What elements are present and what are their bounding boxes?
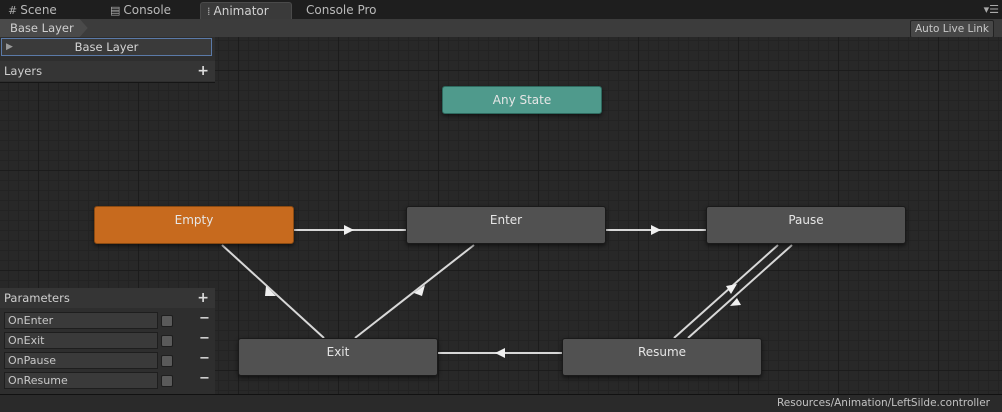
grid-icon: # bbox=[8, 4, 18, 17]
trigger-checkbox[interactable] bbox=[161, 315, 173, 327]
state-label: Empty bbox=[174, 213, 214, 227]
breadcrumb[interactable]: Base Layer bbox=[0, 19, 88, 37]
editor-tab-bar: # Scene ▤ Console ⁞ Animator Console Pro… bbox=[0, 0, 1002, 20]
parameters-title: Parameters bbox=[4, 291, 70, 305]
state-resume[interactable]: Resume bbox=[562, 338, 762, 376]
parameter-row: OnResume − bbox=[4, 371, 214, 389]
animator-icon: ⁞ bbox=[207, 5, 211, 18]
transition-arrow bbox=[495, 348, 505, 358]
console-icon: ▤ bbox=[110, 4, 121, 17]
layers-title: Layers bbox=[4, 64, 43, 78]
tab-animator[interactable]: ⁞ Animator bbox=[200, 2, 292, 20]
trigger-checkbox[interactable] bbox=[161, 335, 173, 347]
tab-label: Animator bbox=[213, 4, 269, 18]
add-parameter-button[interactable]: + bbox=[197, 288, 209, 308]
state-any-state[interactable]: Any State bbox=[442, 86, 602, 114]
state-label: Resume bbox=[637, 345, 687, 359]
tab-label: Console Pro bbox=[306, 3, 377, 17]
tab-label: Scene bbox=[20, 3, 57, 17]
tab-scene[interactable]: # Scene bbox=[8, 2, 57, 19]
parameter-name-field[interactable]: OnPause bbox=[4, 352, 158, 369]
window-menu-icon[interactable]: ▾☰ bbox=[984, 3, 999, 16]
status-bar: Resources/Animation/LeftSilde.controller bbox=[0, 394, 1002, 412]
state-pause[interactable]: Pause bbox=[706, 206, 906, 244]
remove-parameter-button[interactable]: − bbox=[199, 311, 210, 326]
transition-resume-pause[interactable] bbox=[687, 244, 793, 339]
state-label: Pause bbox=[788, 213, 824, 227]
transition-exit-empty[interactable] bbox=[221, 244, 325, 339]
parameter-name-field[interactable]: OnResume bbox=[4, 372, 158, 389]
expand-arrow-icon[interactable]: ▶ bbox=[6, 39, 13, 55]
parameter-name-field[interactable]: OnExit bbox=[4, 332, 158, 349]
transition-arrow bbox=[651, 225, 661, 235]
parameter-row: OnExit − bbox=[4, 331, 214, 349]
state-label: Any State bbox=[492, 93, 552, 107]
controller-path: Resources/Animation/LeftSilde.controller bbox=[776, 397, 990, 409]
trigger-checkbox[interactable] bbox=[161, 375, 173, 387]
state-label: Exit bbox=[326, 345, 350, 359]
parameters-panel: Parameters + OnEnter − OnExit − OnPause … bbox=[0, 288, 215, 394]
trigger-checkbox[interactable] bbox=[161, 355, 173, 367]
parameter-row: OnEnter − bbox=[4, 311, 214, 329]
state-exit[interactable]: Exit bbox=[238, 338, 438, 376]
animator-toolbar: Base Layer Auto Live Link bbox=[0, 19, 1002, 38]
transition-enter-exit[interactable] bbox=[354, 244, 475, 339]
state-empty[interactable]: Empty bbox=[94, 206, 294, 244]
layers-panel: ▶ Base Layer Layers + bbox=[0, 37, 215, 83]
transition-pause-resume[interactable] bbox=[673, 244, 779, 339]
layer-item-base-layer[interactable]: ▶ Base Layer bbox=[1, 38, 212, 56]
remove-parameter-button[interactable]: − bbox=[199, 371, 210, 386]
remove-parameter-button[interactable]: − bbox=[199, 331, 210, 346]
transition-arrow bbox=[265, 286, 276, 296]
parameters-header: Parameters + bbox=[0, 288, 215, 308]
auto-live-link-button[interactable]: Auto Live Link bbox=[910, 20, 994, 38]
parameter-name-field[interactable]: OnEnter bbox=[4, 312, 158, 329]
tab-console-pro[interactable]: Console Pro bbox=[306, 2, 377, 19]
remove-parameter-button[interactable]: − bbox=[199, 351, 210, 366]
state-enter[interactable]: Enter bbox=[406, 206, 606, 244]
layers-header: Layers + bbox=[0, 61, 215, 81]
tab-console[interactable]: ▤ Console bbox=[110, 2, 171, 19]
parameter-row: OnPause − bbox=[4, 351, 214, 369]
layer-name: Base Layer bbox=[74, 40, 139, 54]
tab-label: Console bbox=[123, 3, 172, 17]
state-label: Enter bbox=[489, 213, 523, 227]
transition-arrow bbox=[344, 225, 354, 235]
add-layer-button[interactable]: + bbox=[197, 61, 209, 81]
